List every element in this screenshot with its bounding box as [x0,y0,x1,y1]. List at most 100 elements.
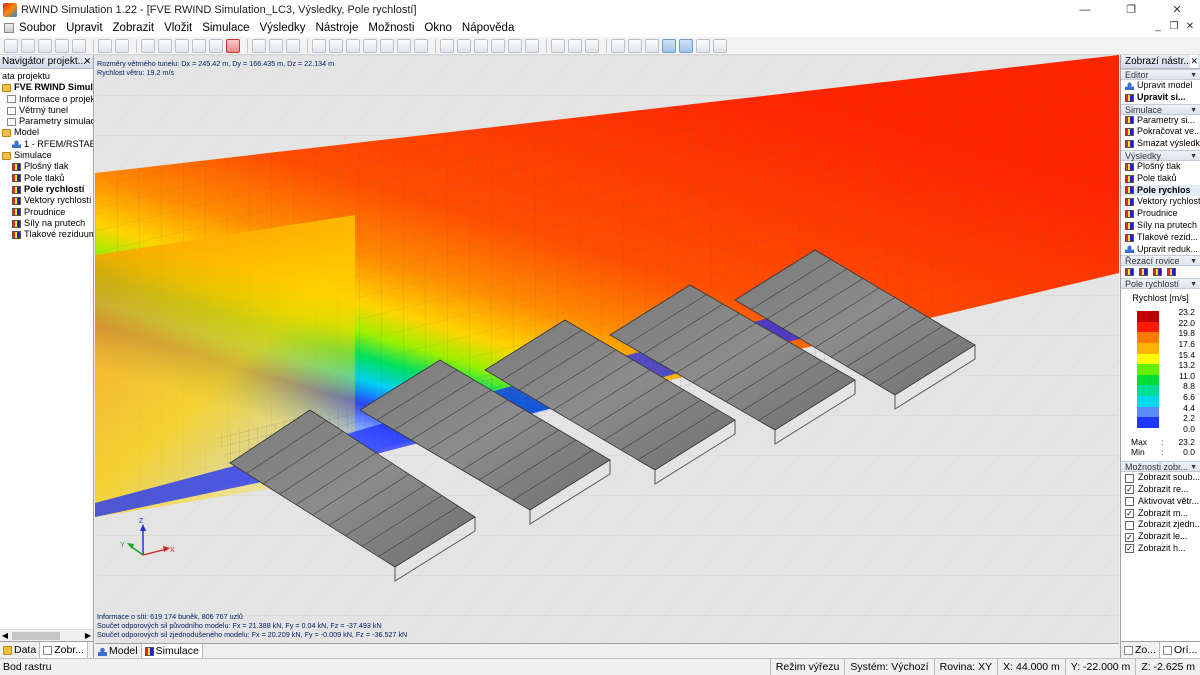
mdi-restore-button[interactable]: ❐ [1166,21,1182,32]
tab-simulace[interactable]: Simulace [141,644,203,658]
cutting-plane-x-icon[interactable] [1125,268,1134,277]
menu-okno[interactable]: Okno [419,19,457,37]
tab-zobrazit[interactable]: Zobr... [40,642,88,658]
undo-icon[interactable] [98,38,112,53]
view-all-icon[interactable] [312,38,326,53]
legend-icon[interactable] [679,38,693,53]
view-side-icon[interactable] [363,38,377,53]
view-back-icon[interactable] [397,38,411,53]
tab-model[interactable]: Model [95,644,142,658]
status-system[interactable]: Systém: Výchozí [844,658,933,675]
select-icon[interactable] [158,38,172,53]
result-velocity-vectors[interactable]: Vektory rychlostí [1121,196,1200,208]
grid-icon[interactable] [175,38,189,53]
navigator-item[interactable]: Pole tlaků [0,173,93,184]
checkbox-checked-icon[interactable]: ✓ [1125,485,1134,495]
checkbox-checked-icon[interactable]: ✓ [1125,532,1134,542]
section-icon[interactable] [628,38,642,53]
navigator-item[interactable]: Tlakové reziduum [0,229,93,240]
navigator-item[interactable]: Informace o projektu [0,94,93,105]
result-pressure-field[interactable]: Pole tlaků [1121,173,1200,185]
mdi-minimize-button[interactable]: _ [1150,21,1166,32]
checkbox-checked-icon[interactable]: ✓ [1125,544,1134,554]
refresh-icon[interactable] [474,38,488,53]
close-button[interactable]: ✕ [1154,0,1200,19]
view-iso-icon[interactable] [380,38,394,53]
delete-results-button[interactable]: Smazat výsledky [1121,138,1200,150]
minimize-button[interactable]: — [1062,0,1108,19]
section-editor[interactable]: Editor ▼ [1121,69,1200,80]
menu-napoveda[interactable]: Nápověda [457,19,519,37]
status-plane[interactable]: Rovina: XY [933,658,998,675]
right-panel-close-icon[interactable]: ✕ [1190,55,1198,68]
scrollbar-thumb[interactable] [12,632,60,640]
mesh-icon[interactable] [551,38,565,53]
rotate-icon[interactable] [286,38,300,53]
3d-viewport[interactable]: Z X Y Rozměry větrného tunelu: Dx = 245.… [95,55,1119,643]
navigator-item[interactable]: Parametry simulace [0,116,93,127]
display-option[interactable]: ✓ Zobrazit le... [1121,531,1200,543]
navigator-item[interactable]: Síly na prutech [0,218,93,229]
dimension-icon[interactable] [611,38,625,53]
new-file-icon[interactable] [4,38,18,53]
edit-model-button[interactable]: Upravit model [1121,80,1200,92]
checkbox-unchecked-icon[interactable] [1125,497,1134,507]
zoom-icon[interactable] [269,38,283,53]
snap-icon[interactable] [209,38,223,53]
checkbox-checked-icon[interactable]: ✓ [1125,508,1134,518]
menu-vlozit[interactable]: Vložit [159,19,197,37]
result-velocity-field[interactable]: Pole rychlos [1121,184,1200,197]
wireframe-icon[interactable] [568,38,582,53]
values-icon[interactable] [696,38,710,53]
mdi-document-icon[interactable] [4,23,14,33]
solid-icon[interactable] [585,38,599,53]
view-top-icon[interactable] [346,38,360,53]
navigator-item[interactable]: Simulace [0,150,93,161]
view-front-icon[interactable] [329,38,343,53]
edit-simulation-button[interactable]: Upravit si... [1121,92,1200,104]
continue-simulation-button[interactable]: Pokračovat ve... [1121,126,1200,138]
menu-upravit[interactable]: Upravit [61,19,107,37]
cutting-plane-y-icon[interactable] [1139,268,1148,277]
open-folder-icon[interactable] [21,38,35,53]
navigator-item[interactable]: Proudnice [0,207,93,218]
navigator-item[interactable]: Pole rychlostí [0,184,93,195]
results-icon[interactable] [662,38,676,53]
tab-data[interactable]: Data [0,642,41,658]
status-clip-mode[interactable]: Režim výřezu [769,658,845,675]
menu-vysledky[interactable]: Výsledky [255,19,311,37]
crosshair-icon[interactable] [192,38,206,53]
cutting-plane-off-icon[interactable] [1167,268,1176,277]
section-simulace[interactable]: Simulace ▼ [1121,103,1200,115]
cutting-plane-z-icon[interactable] [1153,268,1162,277]
menu-nastroje[interactable]: Nástroje [311,19,364,37]
checkbox-unchecked-icon[interactable] [1125,520,1134,530]
result-surface-pressure[interactable]: Plošný tlak [1121,161,1200,173]
menu-zobrazit[interactable]: Zobrazit [108,19,160,37]
record-icon[interactable] [226,38,240,53]
export-icon[interactable] [713,38,727,53]
mdi-close-button[interactable]: ✕ [1182,21,1198,32]
navigator-item[interactable]: Vektory rychlostí [0,195,93,206]
rotate-left-icon[interactable] [440,38,454,53]
display-option[interactable]: ✓ Zobrazit h... [1121,543,1200,555]
rotate-right-icon[interactable] [457,38,471,53]
edit-reduction-button[interactable]: Upravit reduk... [1121,244,1200,256]
checkbox-unchecked-icon[interactable] [1125,473,1134,483]
navigator-item[interactable]: 1 - RFEM/RSTAB [0,139,93,150]
section-vysledky[interactable]: Výsledky ▼ [1121,149,1200,161]
move-icon[interactable] [252,38,266,53]
display-option[interactable]: Zobrazit zjedn... [1121,519,1200,531]
section-velocity-legend[interactable]: Pole rychlostí ▼ [1121,278,1200,290]
redo-icon[interactable] [115,38,129,53]
render-icon[interactable] [508,38,522,53]
simulation-parameters-button[interactable]: Parametry si... [1121,115,1200,127]
result-pressure-residual[interactable]: Tlakové rezid... [1121,232,1200,244]
display-options-icon[interactable] [141,38,155,53]
navigator-item[interactable]: Model [0,127,93,138]
result-streamlines[interactable]: Proudnice [1121,208,1200,220]
print-preview-icon[interactable] [72,38,86,53]
cube-icon[interactable] [491,38,505,53]
navigator-item[interactable]: Větrný tunel [0,105,93,116]
navigator-horizontal-scrollbar[interactable]: ◀ ▶ [0,629,93,641]
